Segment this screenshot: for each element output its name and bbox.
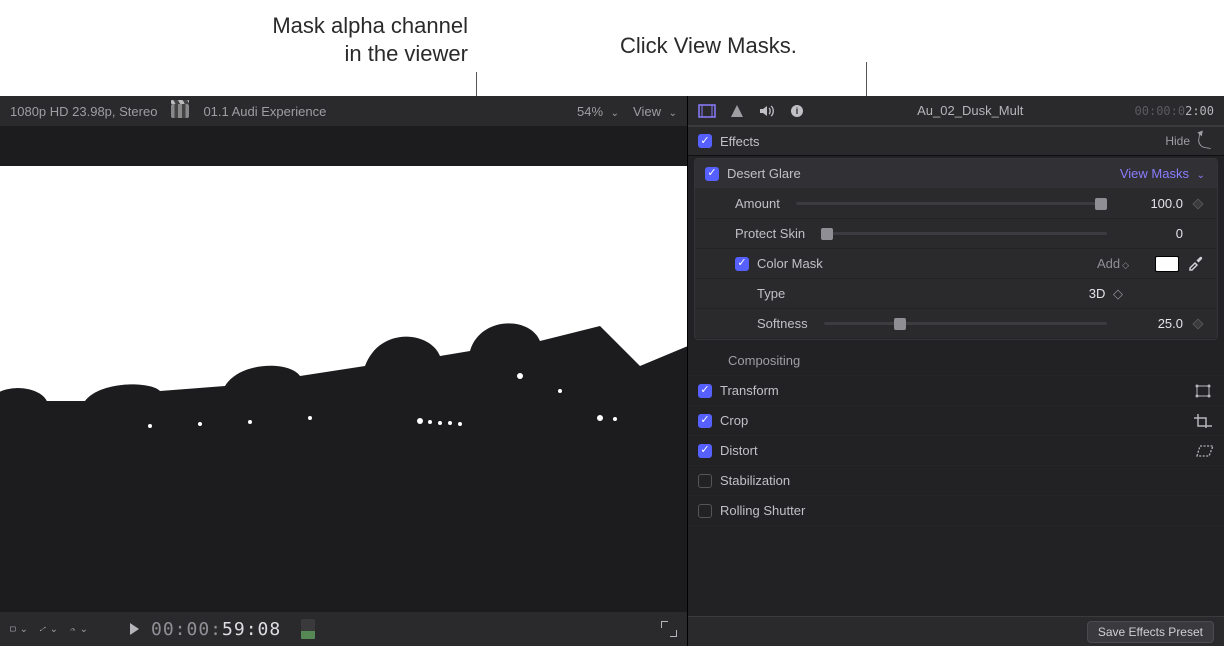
softness-value[interactable]: 25.0 xyxy=(1123,316,1183,331)
rolling-shutter-checkbox[interactable] xyxy=(698,504,712,518)
group-label: Transform xyxy=(720,383,779,398)
inspector-footer: Save Effects Preset xyxy=(688,616,1224,646)
group-label: Distort xyxy=(720,443,758,458)
app-window: 1080p HD 23.98p, Stereo 01.1 Audi Experi… xyxy=(0,96,1224,646)
effects-label: Effects xyxy=(720,134,760,149)
svg-text:i: i xyxy=(796,106,799,116)
save-preset-button[interactable]: Save Effects Preset xyxy=(1087,621,1214,643)
project-name[interactable]: 01.1 Audi Experience xyxy=(203,104,326,119)
retime-tool-icon[interactable]: ⌄ xyxy=(40,622,58,636)
crop-icon[interactable] xyxy=(1194,414,1212,428)
chevron-down-icon: ⌄ xyxy=(1197,170,1205,181)
effect-name: Desert Glare xyxy=(727,166,801,181)
keyframe-icon[interactable] xyxy=(1192,198,1203,209)
effects-section-header[interactable]: Effects Hide xyxy=(688,126,1224,156)
protect-skin-value[interactable]: 0 xyxy=(1123,226,1183,241)
mask-preview-image xyxy=(0,166,687,566)
zoom-value: 54% xyxy=(577,104,603,119)
viewer-header: 1080p HD 23.98p, Stereo 01.1 Audi Experi… xyxy=(0,96,687,126)
view-label: View xyxy=(633,104,661,119)
param-amount: Amount 100.0 xyxy=(695,189,1217,219)
effect-desert-glare: Desert Glare View Masks ⌄ Amount 100.0 xyxy=(694,158,1218,340)
color-mask-checkbox[interactable] xyxy=(735,257,749,271)
add-mask-button[interactable]: Add◇ xyxy=(1097,256,1129,271)
video-format: 1080p HD 23.98p, Stereo xyxy=(10,104,157,119)
eyedropper-icon[interactable] xyxy=(1187,253,1205,274)
param-type: Type 3D ◇ xyxy=(695,279,1217,309)
inspector-body: Effects Hide Desert Glare View Masks ⌄ xyxy=(688,126,1224,616)
stepper-icon: ◇ xyxy=(1113,286,1123,301)
param-softness: Softness 25.0 xyxy=(695,309,1217,339)
clapperboard-icon xyxy=(171,104,189,118)
undo-icon[interactable] xyxy=(1197,133,1213,149)
amount-slider[interactable] xyxy=(796,197,1107,211)
timecode-display[interactable]: 00:00:59:08 xyxy=(151,619,281,640)
compositing-header[interactable]: Compositing xyxy=(688,346,1224,376)
type-select[interactable]: 3D ◇ xyxy=(1089,286,1123,302)
chevron-down-icon: ⌄ xyxy=(50,624,58,635)
row-stabilization[interactable]: Stabilization xyxy=(688,466,1224,496)
video-inspector-tab[interactable] xyxy=(698,102,716,120)
param-label: Protect Skin xyxy=(735,226,805,241)
zoom-menu[interactable]: 54% ⌄ xyxy=(577,104,619,119)
chevron-down-icon: ⌄ xyxy=(80,624,88,635)
distort-icon[interactable] xyxy=(1194,444,1212,458)
group-label: Rolling Shutter xyxy=(720,503,805,518)
group-label: Crop xyxy=(720,413,748,428)
row-crop[interactable]: Crop xyxy=(688,406,1224,436)
group-label: Stabilization xyxy=(720,473,790,488)
clip-duration: 00:00:02:00 xyxy=(1135,104,1214,118)
hide-button[interactable]: Hide xyxy=(1165,134,1190,148)
annotation-left-1: Mask alpha channel xyxy=(272,12,468,40)
row-transform[interactable]: Transform xyxy=(688,376,1224,406)
fullscreen-icon[interactable] xyxy=(661,621,677,637)
param-label: Color Mask xyxy=(757,256,823,271)
stabilization-checkbox[interactable] xyxy=(698,474,712,488)
viewer-canvas[interactable] xyxy=(0,126,687,612)
color-inspector-tab[interactable] xyxy=(728,102,746,120)
crop-tool-icon[interactable]: ⌄ xyxy=(10,622,28,636)
transform-icon[interactable] xyxy=(1194,384,1212,398)
chevron-down-icon: ⌄ xyxy=(669,108,677,119)
audio-meter[interactable] xyxy=(301,619,315,639)
param-color-mask: Color Mask Add◇ xyxy=(695,249,1217,279)
param-protect-skin: Protect Skin 0 xyxy=(695,219,1217,249)
inspector-header: i Au_02_Dusk_Mult 00:00:02:00 xyxy=(688,96,1224,126)
transform-checkbox[interactable] xyxy=(698,384,712,398)
row-distort[interactable]: Distort xyxy=(688,436,1224,466)
info-inspector-tab[interactable]: i xyxy=(788,102,806,120)
effect-header[interactable]: Desert Glare View Masks ⌄ xyxy=(695,159,1217,189)
protect-skin-slider[interactable] xyxy=(821,227,1107,241)
row-rolling-shutter[interactable]: Rolling Shutter xyxy=(688,496,1224,526)
crop-checkbox[interactable] xyxy=(698,414,712,428)
inspector-pane: i Au_02_Dusk_Mult 00:00:02:00 Effects Hi… xyxy=(688,96,1224,646)
effect-enable-checkbox[interactable] xyxy=(705,167,719,181)
clip-name: Au_02_Dusk_Mult xyxy=(818,103,1123,118)
color-mask-rect-icon[interactable] xyxy=(1155,256,1179,272)
chevron-down-icon: ⌄ xyxy=(611,108,619,119)
keyframe-icon[interactable] xyxy=(1192,318,1203,329)
view-menu[interactable]: View ⌄ xyxy=(633,104,677,119)
annotation-left-2: in the viewer xyxy=(272,40,468,68)
param-label: Type xyxy=(757,286,785,301)
param-label: Amount xyxy=(735,196,780,211)
effects-enable-checkbox[interactable] xyxy=(698,134,712,148)
annotation-layer: Mask alpha channel in the viewer Click V… xyxy=(0,0,1224,90)
distort-checkbox[interactable] xyxy=(698,444,712,458)
audio-inspector-tab[interactable] xyxy=(758,102,776,120)
view-masks-button[interactable]: View Masks ⌄ xyxy=(1120,166,1205,181)
viewer-transport-bar: ⌄ ⌄ ⌄ 00:00:59:08 xyxy=(0,612,687,646)
timecode-lit: 59:08 xyxy=(222,619,281,640)
timecode-dim: 00:00: xyxy=(151,619,222,640)
param-label: Softness xyxy=(757,316,808,331)
play-button[interactable] xyxy=(130,623,139,635)
chevron-down-icon: ⌄ xyxy=(20,624,28,635)
speed-gauge-icon[interactable]: ⌄ xyxy=(70,622,88,636)
annotation-right: Click View Masks. xyxy=(620,32,797,60)
group-label: Compositing xyxy=(728,353,800,368)
viewer-pane: 1080p HD 23.98p, Stereo 01.1 Audi Experi… xyxy=(0,96,688,646)
amount-value[interactable]: 100.0 xyxy=(1123,196,1183,211)
softness-slider[interactable] xyxy=(824,317,1107,331)
